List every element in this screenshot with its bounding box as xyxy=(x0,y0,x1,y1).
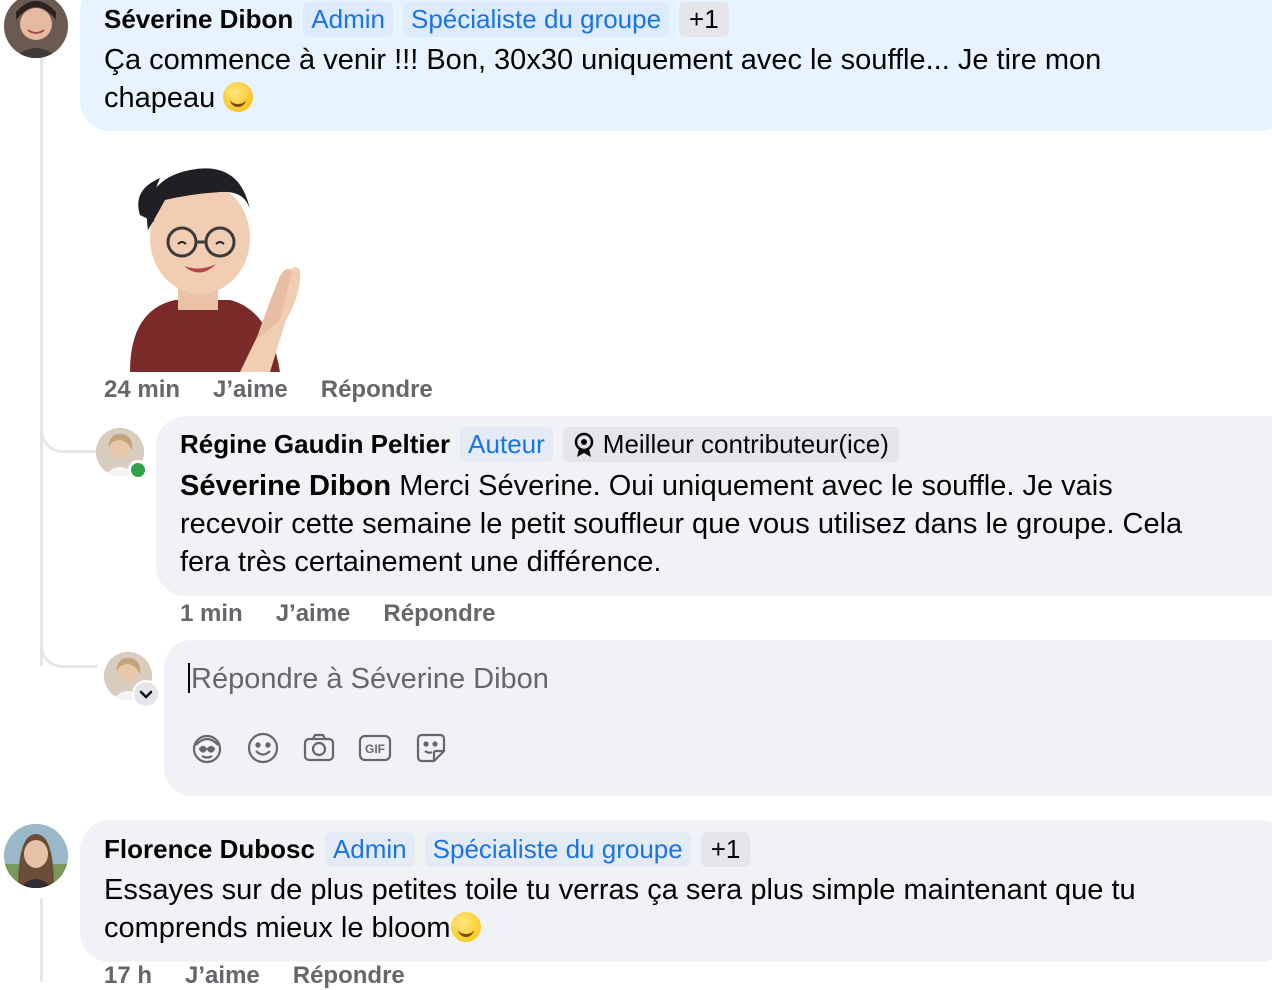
reply-button[interactable]: Répondre xyxy=(383,600,495,628)
comment-header-regine: Régine Gaudin Peltier Auteur Meilleur co… xyxy=(180,427,899,462)
mention-link[interactable]: Séverine Dibon xyxy=(180,470,391,502)
comment-actions-florence: 17 h J’aime Répondre xyxy=(104,962,405,990)
reply-button[interactable]: Répondre xyxy=(321,376,433,404)
svg-text:GIF: GIF xyxy=(365,742,385,756)
reply-button[interactable]: Répondre xyxy=(293,962,405,990)
author-name[interactable]: Florence Dubosc xyxy=(104,834,315,865)
gif-icon[interactable]: GIF xyxy=(358,731,392,765)
thread-line xyxy=(40,58,43,666)
avatar-florence[interactable] xyxy=(4,824,68,888)
thread-line-florence xyxy=(40,898,43,982)
like-button[interactable]: J’aime xyxy=(213,376,288,404)
comment-header-florence: Florence Dubosc Admin Spécialiste du gro… xyxy=(104,832,751,867)
reply-placeholder: Répondre à Séverine Dibon xyxy=(191,663,549,695)
author-name[interactable]: Séverine Dibon xyxy=(104,4,293,35)
comment-text-line: recevoir cette semaine le petit souffleu… xyxy=(180,508,1183,540)
specialist-badge[interactable]: Spécialiste du groupe xyxy=(402,2,670,37)
online-status-indicator xyxy=(128,460,148,480)
author-badge[interactable]: Auteur xyxy=(460,427,553,462)
emoji-icon[interactable] xyxy=(246,731,280,765)
comment-timestamp[interactable]: 17 h xyxy=(104,962,152,990)
comment-text-line: Essayes sur de plus petites toile tu ver… xyxy=(104,874,1136,906)
comment-actions-regine: 1 min J’aime Répondre xyxy=(180,600,495,628)
applauding-avatar-sticker[interactable] xyxy=(120,160,310,372)
camera-icon[interactable] xyxy=(302,731,336,765)
comment-text-florence: Essayes sur de plus petites toile tu ver… xyxy=(104,871,1254,947)
comment-header-severine: Séverine Dibon Admin Spécialiste du grou… xyxy=(104,2,729,37)
comment-text-line: chapeau xyxy=(104,79,1254,117)
comment-timestamp[interactable]: 24 min xyxy=(104,376,180,404)
like-button[interactable]: J’aime xyxy=(276,600,351,628)
relieved-smile-emoji xyxy=(223,82,254,112)
avatar-severine[interactable] xyxy=(4,0,68,58)
comment-text-severine: Ça commence à venir !!! Bon, 30x30 uniqu… xyxy=(104,41,1254,117)
profile-switcher-chevron-icon[interactable] xyxy=(132,680,160,708)
comment-timestamp[interactable]: 1 min xyxy=(180,600,243,628)
top-contributor-badge[interactable]: Meilleur contributeur(ice) xyxy=(562,427,899,462)
award-icon xyxy=(573,432,595,458)
comment-text-start: Merci Séverine. Oui uniquement avec le s… xyxy=(399,470,1113,502)
avatar-sticker-icon[interactable] xyxy=(190,731,224,765)
sticker-icon[interactable] xyxy=(414,731,448,765)
more-badges-button[interactable]: +1 xyxy=(679,2,729,37)
comment-text-end: chapeau xyxy=(104,82,216,114)
comment-actions-severine: 24 min J’aime Répondre xyxy=(104,376,433,404)
comment-text-line: Séverine Dibon Merci Séverine. Oui uniqu… xyxy=(180,467,1270,505)
author-name[interactable]: Régine Gaudin Peltier xyxy=(180,429,450,460)
comment-text-line: Ça commence à venir !!! Bon, 30x30 uniqu… xyxy=(104,44,1102,76)
comment-text-regine: Séverine Dibon Merci Séverine. Oui uniqu… xyxy=(180,467,1270,581)
specialist-badge[interactable]: Spécialiste du groupe xyxy=(424,832,691,867)
top-contributor-label: Meilleur contributeur(ice) xyxy=(602,429,889,459)
admin-badge[interactable]: Admin xyxy=(303,2,393,37)
reply-input[interactable]: Répondre à Séverine Dibon xyxy=(188,660,1238,700)
more-badges-button[interactable]: +1 xyxy=(700,832,751,867)
admin-badge[interactable]: Admin xyxy=(324,832,415,867)
text-cursor xyxy=(188,663,190,693)
grinning-emoji xyxy=(450,912,481,942)
thread-connector xyxy=(40,410,97,453)
thread-connector-reply xyxy=(40,625,97,668)
comment-text-end: comprends mieux le bloom xyxy=(104,912,451,944)
comment-text-line: comprends mieux le bloom xyxy=(104,909,1254,947)
like-button[interactable]: J’aime xyxy=(185,962,260,990)
comment-text-line: fera très certainement une différence. xyxy=(180,546,662,578)
